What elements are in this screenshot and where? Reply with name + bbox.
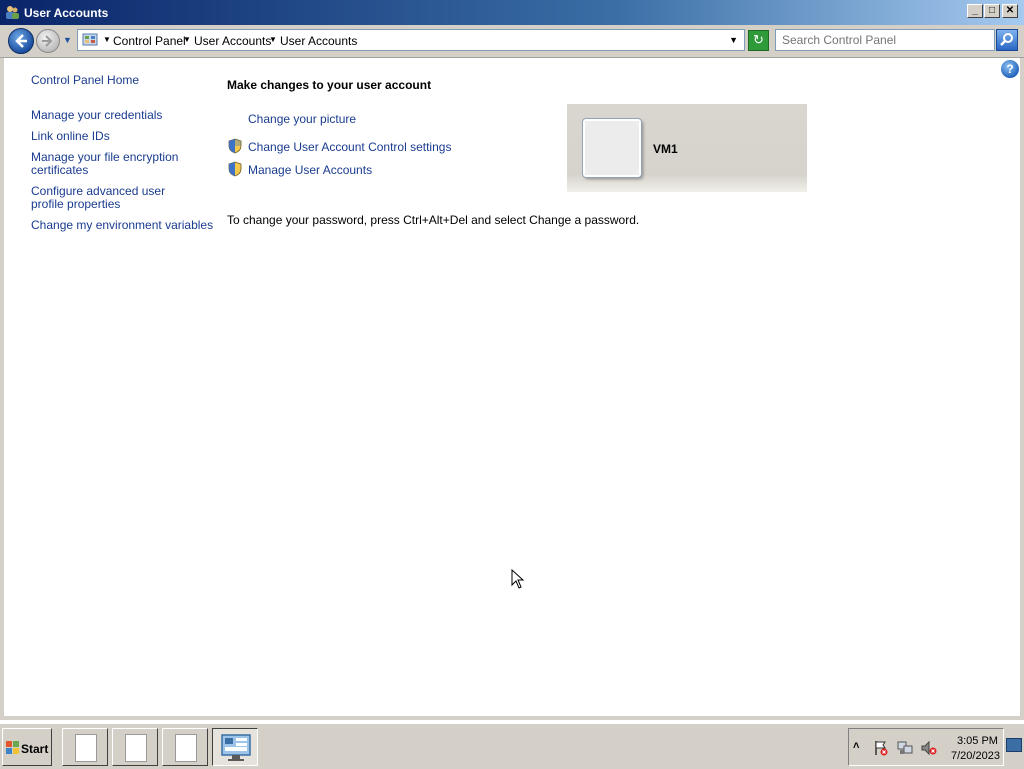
system-tray: ˄ 3:05 PM 7/20/2023 xyxy=(848,728,1004,766)
windows-logo-icon xyxy=(6,741,19,754)
mouse-cursor-icon xyxy=(511,569,525,589)
sidebar-item-manage-credentials[interactable]: Manage your credentials xyxy=(31,109,162,122)
content-pane: ? Control Panel Home Manage your credent… xyxy=(4,58,1020,716)
address-dropdown-icon[interactable]: ▼ xyxy=(729,35,738,45)
action-center-flag-icon[interactable] xyxy=(873,740,889,756)
document-icon xyxy=(75,734,97,762)
control-panel-icon xyxy=(82,33,98,46)
title-bar[interactable]: User Accounts _ □ ✕ xyxy=(0,0,1024,25)
navigation-bar: ▼ ▼ Control Panel ▼ User Accounts ▼ User… xyxy=(0,25,1024,58)
sidebar-item-environment-variables[interactable]: Change my environment variables xyxy=(31,219,213,232)
window-title: User Accounts xyxy=(24,6,109,20)
minimize-button[interactable]: _ xyxy=(967,4,983,18)
breadcrumb-user-accounts[interactable]: User Accounts xyxy=(194,34,271,48)
change-uac-settings-link[interactable]: Change User Account Control settings xyxy=(248,140,451,154)
sidebar-item-link-online-ids[interactable]: Link online IDs xyxy=(31,130,110,143)
change-picture-link[interactable]: Change your picture xyxy=(248,112,356,126)
network-icon[interactable] xyxy=(897,740,913,756)
page-heading: Make changes to your user account xyxy=(227,78,432,92)
document-icon xyxy=(175,734,197,762)
breadcrumb-arrow-icon[interactable]: ▼ xyxy=(269,35,277,44)
sidebar-item-file-encryption-certificates[interactable]: Manage your file encryption certificates xyxy=(31,151,181,177)
search-button[interactable] xyxy=(996,29,1018,51)
recent-pages-dropdown-icon[interactable]: ▼ xyxy=(63,35,72,45)
start-button[interactable]: Start xyxy=(2,728,52,766)
taskbar-item-control-panel[interactable] xyxy=(212,728,258,766)
sidebar-item-advanced-user-profile[interactable]: Configure advanced user profile properti… xyxy=(31,185,196,211)
shield-icon xyxy=(228,138,242,154)
avatar[interactable] xyxy=(583,119,641,177)
restore-button[interactable]: □ xyxy=(984,4,1000,18)
password-hint-text: To change your password, press Ctrl+Alt+… xyxy=(227,213,640,227)
close-button[interactable]: ✕ xyxy=(1002,4,1018,18)
taskbar-item-document[interactable] xyxy=(112,728,158,766)
breadcrumb-user-accounts-current[interactable]: User Accounts xyxy=(280,34,357,48)
taskbar-item-document[interactable] xyxy=(162,728,208,766)
forward-button[interactable] xyxy=(36,29,60,53)
user-name: VM1 xyxy=(653,142,678,156)
breadcrumb-arrow-icon[interactable]: ▼ xyxy=(103,35,111,44)
user-accounts-window: User Accounts _ □ ✕ ▼ ▼ Control Panel ▼ xyxy=(0,0,1024,720)
search-input[interactable] xyxy=(775,29,995,51)
back-arrow-icon xyxy=(15,34,27,48)
volume-muted-icon[interactable] xyxy=(921,740,937,756)
user-tile: VM1 xyxy=(567,104,807,192)
chevron-up-icon[interactable]: ˄ xyxy=(853,740,869,756)
taskbar-item-document[interactable] xyxy=(62,728,108,766)
control-panel-home-link[interactable]: Control Panel Home xyxy=(31,74,139,87)
back-button[interactable] xyxy=(8,28,34,54)
search-icon xyxy=(1000,33,1013,46)
show-desktop-button[interactable] xyxy=(1006,738,1022,752)
address-bar[interactable]: ▼ Control Panel ▼ User Accounts ▼ User A… xyxy=(77,29,745,51)
user-accounts-icon xyxy=(6,6,19,19)
breadcrumb-control-panel[interactable]: Control Panel xyxy=(113,34,186,48)
clock-date[interactable]: 7/20/2023 xyxy=(951,750,1000,762)
forward-arrow-icon xyxy=(42,35,53,47)
control-panel-icon xyxy=(221,734,251,761)
help-icon[interactable]: ? xyxy=(1001,60,1019,78)
shield-icon xyxy=(228,161,242,177)
manage-user-accounts-link[interactable]: Manage User Accounts xyxy=(248,163,372,177)
breadcrumb-arrow-icon[interactable]: ▼ xyxy=(183,35,191,44)
taskbar: Start ˄ 3:05 PM 7/20/2023 xyxy=(0,723,1024,769)
refresh-button[interactable]: ↻ xyxy=(748,30,769,51)
document-icon xyxy=(125,734,147,762)
start-label: Start xyxy=(21,742,49,756)
clock-time[interactable]: 3:05 PM xyxy=(957,735,998,747)
